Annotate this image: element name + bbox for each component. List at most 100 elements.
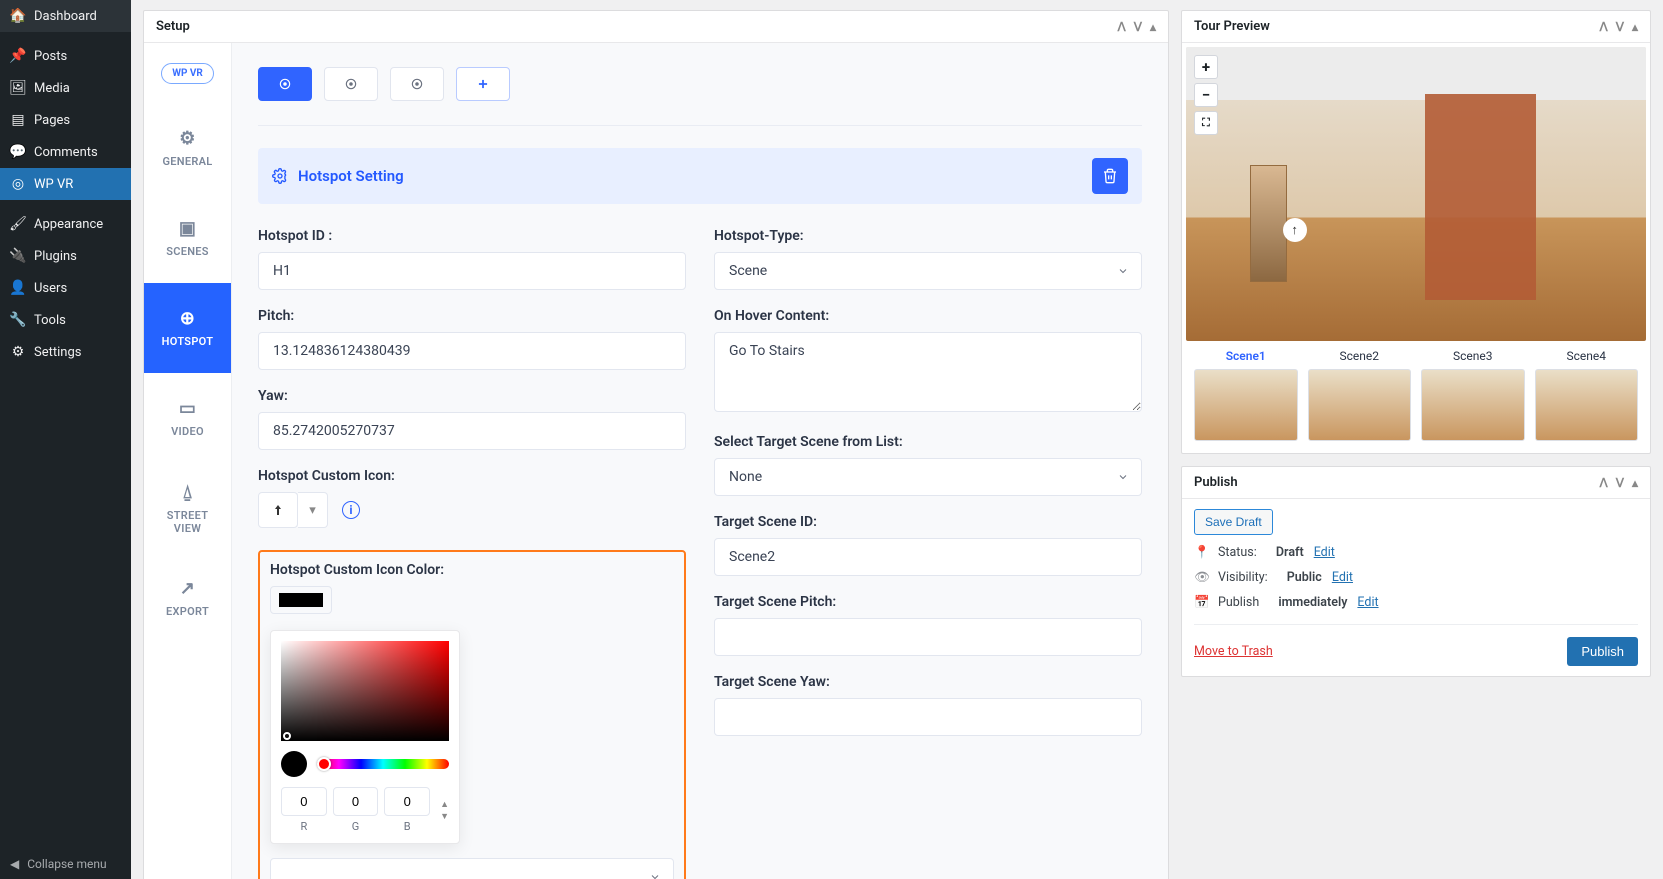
color-g-input[interactable] [333, 787, 379, 816]
target-yaw-input[interactable] [714, 698, 1142, 736]
panel-up-icon[interactable]: ᐱ [1600, 476, 1608, 490]
sidebar-item-media[interactable]: 🖼Media [0, 72, 131, 104]
sidebar-item-dashboard[interactable]: 🏠Dashboard [0, 0, 131, 32]
vertical-tabs: WP VR ⚙GENERAL ▣SCENES ⊕HOTSPOT ▭VIDEO ⍙… [144, 43, 232, 879]
color-swatch[interactable] [270, 586, 332, 614]
current-color-circle [281, 751, 307, 777]
preview-viewport[interactable]: + − ⛶ ↑ [1186, 47, 1646, 341]
publish-title: Publish [1194, 475, 1238, 490]
sidebar-item-appearance[interactable]: 🖌Appearance [0, 208, 131, 240]
video-icon: ▭ [179, 398, 196, 419]
sliders-icon: ⚙ [10, 344, 26, 360]
sidebar-item-posts[interactable]: 📌Posts [0, 40, 131, 72]
hotspot-nav-3[interactable] [390, 67, 444, 101]
target-yaw-label: Target Scene Yaw: [714, 674, 1142, 690]
setup-panel: Setup ᐱ ᐯ ▴ WP VR ⚙GENERAL ▣SCENES ⊕HOTS… [143, 10, 1169, 879]
color-mode-toggle[interactable]: ▲▼ [440, 799, 449, 822]
pin-icon: 📍 [1194, 545, 1210, 560]
panel-toggle-icon[interactable]: ▴ [1632, 20, 1638, 34]
panel-down-icon[interactable]: ᐯ [1616, 20, 1624, 34]
scene-thumb-4[interactable]: Scene4 [1535, 349, 1639, 441]
target-list-select[interactable]: None [714, 458, 1142, 496]
panel-up-icon[interactable]: ᐱ [1600, 20, 1608, 34]
tab-hotspot[interactable]: ⊕HOTSPOT [144, 283, 231, 373]
tab-export[interactable]: ↗EXPORT [144, 553, 231, 643]
tab-street-view[interactable]: ⍙STREET VIEW [144, 463, 231, 553]
panel-toggle-icon[interactable]: ▴ [1150, 20, 1156, 34]
sidebar-item-comments[interactable]: 💬Comments [0, 136, 131, 168]
hotspot-nav-1[interactable] [258, 67, 312, 101]
hotspot-type-select[interactable]: Scene [714, 252, 1142, 290]
fullscreen-button[interactable]: ⛶ [1194, 111, 1218, 135]
publish-panel: Publish ᐱᐯ▴ Save Draft 📍Status: DraftEdi… [1181, 466, 1651, 677]
saturation-field[interactable] [281, 641, 449, 741]
yaw-input[interactable] [258, 412, 686, 450]
setup-title: Setup [156, 19, 190, 34]
gear-icon: ⚙ [179, 128, 195, 149]
brand-logo: WP VR [144, 43, 231, 103]
tab-general[interactable]: ⚙GENERAL [144, 103, 231, 193]
scene-thumb-3[interactable]: Scene3 [1421, 349, 1525, 441]
brush-icon: 🖌 [10, 216, 26, 232]
hotspot-id-input[interactable] [258, 252, 686, 290]
panel-up-icon[interactable]: ᐱ [1118, 20, 1126, 34]
color-picker-highlight: Hotspot Custom Icon Color: R [258, 550, 686, 879]
hover-content-label: On Hover Content: [714, 308, 1142, 324]
target-pitch-label: Target Scene Pitch: [714, 594, 1142, 610]
custom-icon-dropdown[interactable]: ▾ [298, 492, 328, 528]
yaw-label: Yaw: [258, 388, 686, 404]
zoom-in-button[interactable]: + [1194, 55, 1218, 79]
image-icon: ▣ [179, 218, 196, 239]
calendar-icon: 📅 [1194, 595, 1210, 610]
delete-hotspot-button[interactable] [1092, 158, 1128, 194]
sidebar-item-settings[interactable]: ⚙Settings [0, 336, 131, 368]
sidebar-item-tools[interactable]: 🔧Tools [0, 304, 131, 336]
sidebar-item-plugins[interactable]: 🔌Plugins [0, 240, 131, 272]
save-draft-button[interactable]: Save Draft [1194, 509, 1273, 535]
hotspot-nav [258, 67, 1142, 101]
target-id-label: Target Scene ID: [714, 514, 1142, 530]
tab-scenes[interactable]: ▣SCENES [144, 193, 231, 283]
edit-status-link[interactable]: Edit [1314, 545, 1335, 560]
user-icon: 👤 [10, 280, 26, 296]
hotspot-nav-add[interactable] [456, 67, 510, 101]
hover-content-input[interactable]: Go To Stairs [714, 332, 1142, 412]
move-to-trash-link[interactable]: Move to Trash [1194, 644, 1273, 659]
pitch-input[interactable] [258, 332, 686, 370]
tab-video[interactable]: ▭VIDEO [144, 373, 231, 463]
tour-preview-title: Tour Preview [1194, 19, 1270, 34]
hue-slider[interactable] [317, 759, 449, 769]
hotspot-id-label: Hotspot ID : [258, 228, 686, 244]
color-r-input[interactable] [281, 787, 327, 816]
scene-thumb-1[interactable]: Scene1 [1194, 349, 1298, 441]
preview-hotspot[interactable]: ↑ [1283, 218, 1307, 242]
gear-icon [272, 168, 288, 184]
edit-visibility-link[interactable]: Edit [1332, 570, 1353, 585]
hotspot-nav-2[interactable] [324, 67, 378, 101]
custom-icon-label: Hotspot Custom Icon: [258, 468, 686, 484]
collapse-menu[interactable]: ◀Collapse menu [0, 849, 131, 879]
color-picker: R G B ▲▼ [270, 630, 460, 844]
custom-icon-color-label: Hotspot Custom Icon Color: [270, 562, 674, 578]
panel-down-icon[interactable]: ᐯ [1134, 20, 1142, 34]
zoom-out-button[interactable]: − [1194, 83, 1218, 107]
sidebar-item-wpvr[interactable]: ◎WP VR [0, 168, 131, 200]
sidebar-item-users[interactable]: 👤Users [0, 272, 131, 304]
target-pitch-input[interactable] [714, 618, 1142, 656]
color-b-input[interactable] [384, 787, 430, 816]
info-icon[interactable]: i [342, 501, 360, 519]
scene-thumb-2[interactable]: Scene2 [1308, 349, 1412, 441]
edit-schedule-link[interactable]: Edit [1357, 595, 1378, 610]
vr-icon: ◎ [10, 176, 26, 192]
publish-button[interactable]: Publish [1567, 637, 1638, 666]
target-id-input[interactable] [714, 538, 1142, 576]
target-list-label: Select Target Scene from List: [714, 434, 1142, 450]
panel-toggle-icon[interactable]: ▴ [1632, 476, 1638, 490]
hotspot-setting-banner: Hotspot Setting [258, 148, 1142, 204]
sidebar-item-pages[interactable]: ▤Pages [0, 104, 131, 136]
custom-icon-picker[interactable] [258, 492, 298, 528]
panel-down-icon[interactable]: ᐯ [1616, 476, 1624, 490]
hotspot-type-label: Hotspot-Type: [714, 228, 1142, 244]
animation-select[interactable] [270, 858, 674, 879]
tour-preview-panel: Tour Preview ᐱᐯ ▴ + − ⛶ ↑ Scene1 [1181, 10, 1651, 454]
